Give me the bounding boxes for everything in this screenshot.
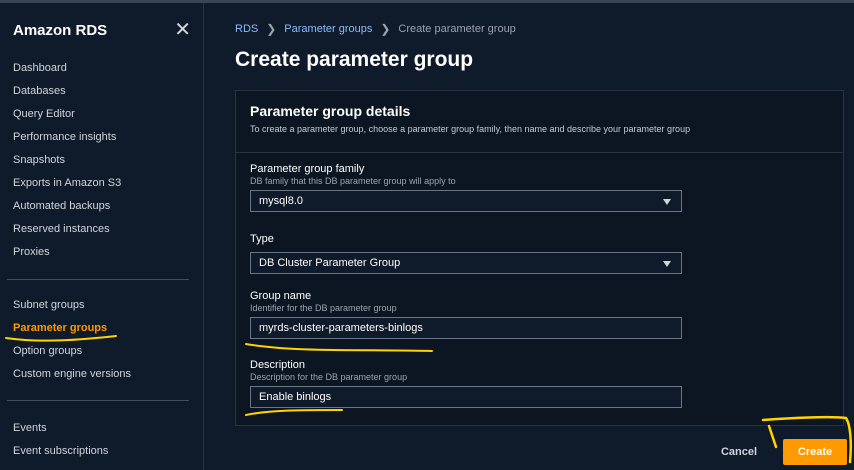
close-icon[interactable]: ✕ — [174, 20, 191, 40]
main-content: RDS ❯ Parameter groups ❯ Create paramete… — [205, 3, 854, 470]
sidebar-item-exports-s3[interactable]: Exports in Amazon S3 — [0, 172, 204, 195]
sidebar-group-main: Dashboard Databases Query Editor Perform… — [0, 57, 204, 264]
group-name-field: Group name Identifier for the DB paramet… — [250, 290, 682, 339]
type-select[interactable]: DB Cluster Parameter Group — [250, 252, 682, 274]
page-title: Create parameter group — [235, 48, 474, 71]
description-input[interactable]: Enable binlogs — [250, 386, 682, 408]
caret-down-icon — [663, 261, 671, 267]
sidebar-item-event-subscriptions[interactable]: Event subscriptions — [0, 440, 204, 463]
family-select[interactable]: mysql8.0 — [250, 190, 682, 212]
breadcrumb-current: Create parameter group — [398, 23, 516, 35]
group-name-input[interactable]: myrds-cluster-parameters-binlogs — [250, 317, 682, 339]
description-label: Description — [250, 359, 306, 371]
panel-header: Parameter group details To create a para… — [236, 91, 843, 153]
sidebar-item-reserved-instances[interactable]: Reserved instances — [0, 218, 204, 241]
sidebar-header: Amazon RDS ✕ — [13, 18, 191, 42]
panel-title: Parameter group details — [250, 103, 411, 119]
sidebar-item-snapshots[interactable]: Snapshots — [0, 149, 204, 172]
sidebar-divider — [7, 400, 189, 401]
cancel-button[interactable]: Cancel — [711, 441, 767, 463]
parameter-group-details-panel: Parameter group details To create a para… — [235, 90, 844, 426]
sidebar-item-custom-engine-versions[interactable]: Custom engine versions — [0, 363, 204, 386]
group-name-input-value: myrds-cluster-parameters-binlogs — [259, 322, 423, 334]
sidebar-item-subnet-groups[interactable]: Subnet groups — [0, 294, 204, 317]
sidebar-item-query-editor[interactable]: Query Editor — [0, 103, 204, 126]
breadcrumb-rds[interactable]: RDS — [235, 23, 258, 35]
breadcrumb-parameter-groups[interactable]: Parameter groups — [284, 23, 372, 35]
sidebar-item-parameter-groups[interactable]: Parameter groups — [0, 317, 204, 340]
chevron-right-icon: ❯ — [266, 22, 277, 36]
panel-description: To create a parameter group, choose a pa… — [250, 124, 691, 134]
caret-down-icon — [663, 199, 671, 205]
sidebar-item-databases[interactable]: Databases — [0, 80, 204, 103]
sidebar-item-proxies[interactable]: Proxies — [0, 241, 204, 264]
description-hint: Description for the DB parameter group — [250, 372, 408, 382]
sidebar-item-events[interactable]: Events — [0, 417, 204, 440]
sidebar-group-events: Events Event subscriptions — [0, 417, 204, 463]
sidebar-item-option-groups[interactable]: Option groups — [0, 340, 204, 363]
group-name-hint: Identifier for the DB parameter group — [250, 303, 397, 313]
sidebar: Amazon RDS ✕ Dashboard Databases Query E… — [0, 3, 204, 470]
sidebar-divider — [7, 279, 189, 280]
group-name-label: Group name — [250, 290, 312, 302]
chevron-right-icon: ❯ — [380, 22, 391, 36]
create-button[interactable]: Create — [783, 439, 847, 465]
sidebar-item-automated-backups[interactable]: Automated backups — [0, 195, 204, 218]
sidebar-title: Amazon RDS — [13, 21, 108, 39]
family-label: Parameter group family — [250, 163, 365, 175]
family-select-value: mysql8.0 — [259, 195, 304, 207]
sidebar-item-dashboard[interactable]: Dashboard — [0, 57, 204, 80]
type-label: Type — [250, 233, 274, 245]
family-field: Parameter group family DB family that th… — [250, 163, 682, 212]
type-select-value: DB Cluster Parameter Group — [259, 257, 401, 269]
description-field: Description Description for the DB param… — [250, 359, 682, 408]
type-field: Type DB Cluster Parameter Group — [250, 233, 682, 274]
sidebar-item-performance-insights[interactable]: Performance insights — [0, 126, 204, 149]
breadcrumb: RDS ❯ Parameter groups ❯ Create paramete… — [235, 21, 516, 37]
description-input-value: Enable binlogs — [259, 391, 332, 403]
sidebar-group-config: Subnet groups Parameter groups Option gr… — [0, 294, 204, 386]
family-hint: DB family that this DB parameter group w… — [250, 176, 456, 186]
